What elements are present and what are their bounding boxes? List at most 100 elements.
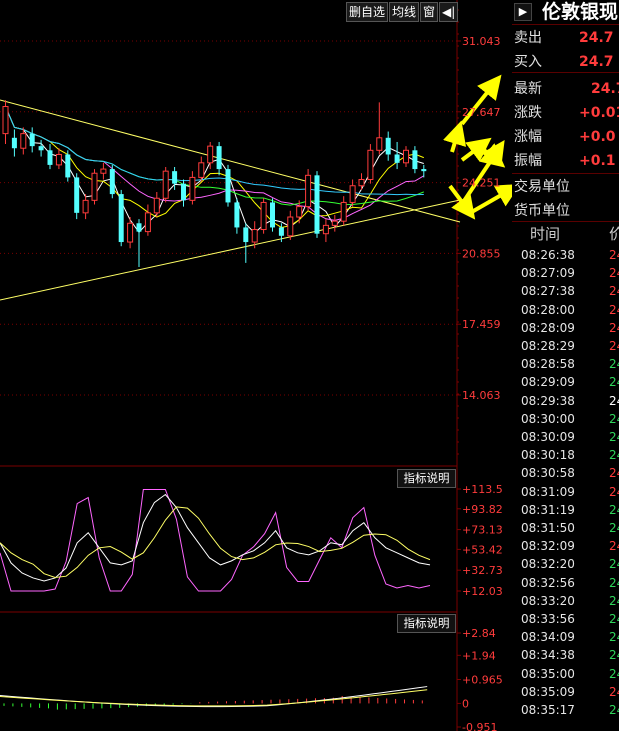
tick-row[interactable]: 08:30:58 24	[512, 464, 619, 482]
candle-body	[162, 170, 169, 199]
indicator-2-macd	[0, 686, 428, 710]
indicator-2-tick-label: -0.951	[462, 721, 497, 731]
candle-body	[278, 227, 284, 236]
tick-time: 08:27:09	[521, 266, 575, 281]
candle-body	[181, 183, 186, 201]
instrument-title: 伦敦银现	[542, 1, 619, 23]
tick-row[interactable]: 08:35:17 24	[512, 701, 619, 719]
candle-body	[421, 169, 427, 172]
candle-body	[412, 150, 418, 170]
quote-row: 货币单位	[512, 199, 619, 223]
tick-row[interactable]: 08:35:00 24	[512, 665, 619, 683]
tick-row[interactable]: 08:30:00 24	[512, 410, 619, 428]
tick-price-header: 价	[609, 225, 619, 243]
tick-time: 08:28:29	[521, 339, 575, 353]
tick-time: 08:31:50	[521, 521, 575, 535]
tick-time: 08:33:56	[521, 612, 575, 626]
tick-time: 08:32:09	[521, 539, 575, 554]
quote-row: 买入 24.7	[512, 50, 619, 74]
tick-row[interactable]: 08:32:09 24	[512, 537, 619, 555]
indicator-1-help-button[interactable]: 指标说明	[397, 469, 456, 488]
moving-average-button[interactable]: 均线	[389, 2, 420, 22]
tick-time: 08:33:20	[521, 593, 575, 608]
tick-price: 24	[609, 302, 619, 317]
tick-row[interactable]: 08:35:09 24	[512, 683, 619, 701]
candle-body	[287, 216, 294, 237]
tick-row[interactable]: 08:33:20 24	[512, 592, 619, 610]
tick-row[interactable]: 08:32:20 24	[512, 555, 619, 573]
quote-row: 涨幅 +0.0	[512, 125, 619, 149]
tick-row[interactable]: 08:29:38 24	[512, 392, 619, 410]
quote-label: 卖出	[514, 30, 542, 46]
candle-body	[207, 145, 214, 164]
candle-body	[198, 162, 205, 178]
tick-time: 08:35:00	[521, 666, 575, 681]
tick-price: 24	[609, 612, 619, 626]
tick-row[interactable]: 08:30:09 24	[512, 428, 619, 446]
candle-body	[296, 206, 303, 218]
tick-price: 24	[609, 484, 619, 499]
tick-row[interactable]: 08:31:50 24	[512, 519, 619, 537]
tick-row[interactable]: 08:28:09 24	[512, 319, 619, 337]
indicator-2-tick-label: +2.84	[462, 627, 496, 640]
candle-body	[65, 154, 71, 178]
price-tick-label: 24.251	[462, 177, 501, 190]
tick-row[interactable]: 08:31:19 24	[512, 501, 619, 519]
tick-time: 08:32:20	[521, 557, 575, 572]
tick-row[interactable]: 08:32:56 24	[512, 574, 619, 592]
candle-body	[260, 201, 267, 231]
candle-body	[136, 223, 142, 232]
tick-row[interactable]: 08:31:09 24	[512, 483, 619, 501]
tick-row[interactable]: 08:27:38 24	[512, 282, 619, 300]
tick-time: 08:34:38	[521, 648, 575, 663]
quote-value: 24.71	[591, 81, 619, 97]
tick-row[interactable]: 08:33:56 24	[512, 610, 619, 628]
tick-time: 08:30:58	[521, 466, 575, 481]
tick-price: 24	[609, 593, 619, 608]
tick-row[interactable]: 08:28:00 24	[512, 301, 619, 319]
tick-row[interactable]: 08:29:09 24	[512, 373, 619, 391]
quote-label: 交易单位	[514, 179, 570, 195]
grid-lines	[0, 0, 461, 731]
quote-value: +0.0	[579, 129, 616, 145]
tick-row[interactable]: 08:34:38 24	[512, 646, 619, 664]
candle-body	[74, 177, 80, 213]
candle-body	[91, 172, 98, 201]
quote-label: 涨跌	[514, 105, 542, 121]
quote-header: ▶ 伦敦银现	[512, 0, 619, 25]
indicator-1-line	[0, 493, 431, 582]
quote-row: 振幅 +0.1	[512, 149, 619, 173]
expand-arrow-icon[interactable]: ▶	[514, 3, 532, 21]
tick-row[interactable]: 08:27:09 24	[512, 264, 619, 282]
candle-body	[358, 178, 365, 187]
candle-body	[394, 154, 400, 163]
price-axis-labels: 31.043 27.647 24.251 20.855 17.459 14.063 +113…	[462, 35, 503, 731]
tick-row[interactable]: 08:28:29 24	[512, 337, 619, 355]
quote-value: +0.01	[579, 105, 619, 121]
tick-price: 24	[609, 393, 619, 408]
candle-body	[243, 227, 249, 243]
window-button[interactable]: 窗	[420, 2, 439, 22]
candle-body	[11, 137, 17, 149]
tick-price: 24	[609, 430, 619, 444]
quote-row: 涨跌 +0.01	[512, 101, 619, 125]
delete-watchlist-button[interactable]: 删自选	[346, 2, 389, 22]
indicator-2-help-button[interactable]: 指标说明	[397, 614, 456, 633]
candle-body	[189, 176, 196, 201]
candle-body	[305, 174, 312, 208]
tick-list-header: 时间 价	[512, 222, 619, 246]
quote-label: 货币单位	[514, 203, 570, 219]
indicator-1-line	[0, 489, 431, 592]
indicator-2-tick-label: 0	[462, 697, 469, 710]
tick-row[interactable]: 08:28:58 24	[512, 355, 619, 373]
collapse-panel-button[interactable]: ◀|	[439, 2, 459, 22]
quote-value: 24.7	[579, 54, 614, 70]
tick-row[interactable]: 08:30:18 24	[512, 446, 619, 464]
arrow-icon	[469, 184, 512, 215]
candle-body	[20, 133, 27, 149]
candle-body	[349, 185, 356, 203]
quote-separator	[512, 72, 619, 73]
tick-row[interactable]: 08:26:38 24	[512, 246, 619, 264]
tick-time: 08:31:19	[521, 502, 575, 517]
tick-row[interactable]: 08:34:09 24	[512, 628, 619, 646]
